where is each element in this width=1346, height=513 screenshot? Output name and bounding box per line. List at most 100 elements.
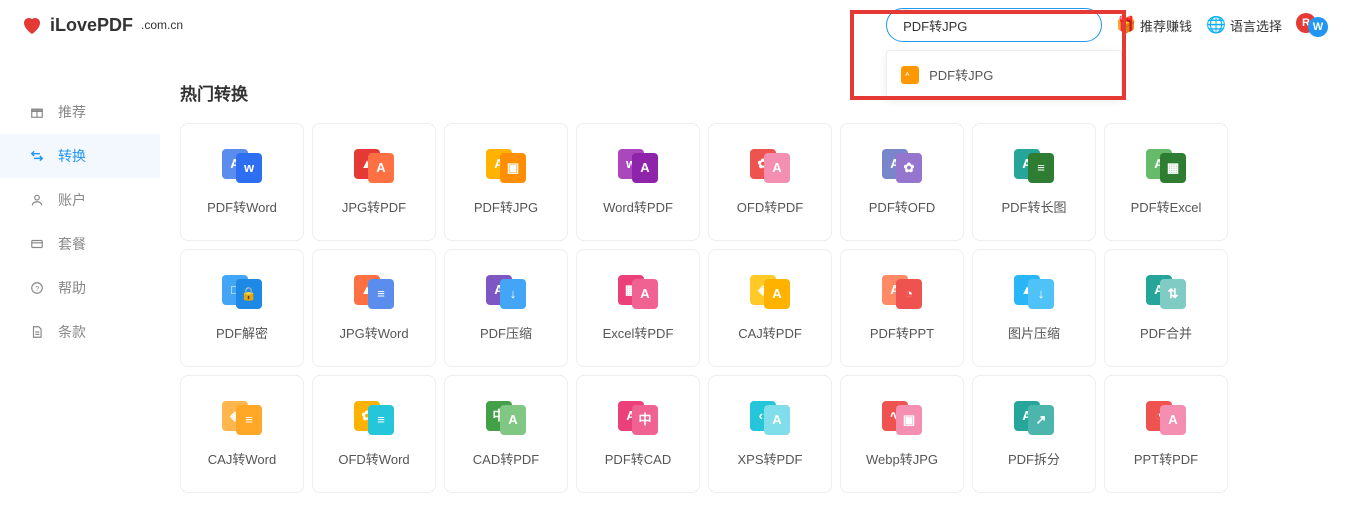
tool-label: Webp转JPG xyxy=(866,449,938,468)
tool-label: PDF转Word xyxy=(207,197,277,216)
app-badges[interactable]: R W xyxy=(1296,13,1326,37)
svg-text:?: ? xyxy=(35,286,39,293)
tool-label: OFD转Word xyxy=(338,449,409,468)
tool-label: CAD转PDF xyxy=(473,449,539,468)
tool-label: JPG转PDF xyxy=(342,197,406,216)
search-suggestion-item[interactable]: A PDF转JPG xyxy=(887,59,1121,90)
tool-icon: ▲A xyxy=(354,149,394,183)
sidebar-item-account[interactable]: 账户 xyxy=(0,178,160,222)
tool-card[interactable]: A▣ PDF转JPG xyxy=(444,123,568,241)
tool-icon: □🔒 xyxy=(222,275,262,309)
tool-label: 图片压缩 xyxy=(1008,323,1060,342)
tool-label: PDF转PPT xyxy=(870,323,934,342)
tool-label: PDF转JPG xyxy=(474,197,538,216)
tool-card[interactable]: ✿A OFD转PDF xyxy=(708,123,832,241)
tool-icon: ✿≡ xyxy=(354,401,394,435)
tool-card[interactable]: ‹›AXPS转PDF xyxy=(708,375,832,493)
tool-icon: A▦ xyxy=(1146,149,1186,183)
tool-icon: ▦A xyxy=(618,275,658,309)
tool-icon: ◈≡ xyxy=(222,401,262,435)
sidebar-item-label: 推荐 xyxy=(58,102,86,122)
doc-icon xyxy=(28,323,46,341)
sidebar-item-label: 账户 xyxy=(58,190,86,210)
tool-card[interactable]: A↓ PDF压缩 xyxy=(444,249,568,367)
sidebar-item-plan[interactable]: 套餐 xyxy=(0,222,160,266)
logo[interactable]: iLovePDF .com.cn xyxy=(20,13,183,37)
tool-label: PDF压缩 xyxy=(480,323,532,342)
tool-label: PDF合并 xyxy=(1140,323,1192,342)
recommend-earn-link[interactable]: 🎁 推荐赚钱 xyxy=(1116,15,1192,35)
tool-icon: ◈A xyxy=(750,275,790,309)
tool-label: PDF转长图 xyxy=(1001,197,1066,216)
sidebar-item-help[interactable]: ? 帮助 xyxy=(0,266,160,310)
tool-icon: A↓ xyxy=(486,275,526,309)
tool-icon: A中 xyxy=(618,401,658,435)
sidebar-item-recommend[interactable]: 推荐 xyxy=(0,90,160,134)
sidebar-item-label: 转换 xyxy=(58,146,86,166)
search-input[interactable] xyxy=(886,8,1102,42)
tool-icon: A◔ xyxy=(882,275,922,309)
tool-label: PPT转PDF xyxy=(1134,449,1198,468)
tool-icon: A↗ xyxy=(1014,401,1054,435)
gift-icon: 🎁 xyxy=(1116,15,1136,35)
tool-icon: ‹›A xyxy=(750,401,790,435)
help-icon: ? xyxy=(28,279,46,297)
sidebar-item-convert[interactable]: 转换 xyxy=(0,134,160,178)
tool-card[interactable]: wAWord转PDF xyxy=(576,123,700,241)
tool-icon: A≡ xyxy=(1014,149,1054,183)
tool-card[interactable]: A✿ PDF转OFD xyxy=(840,123,964,241)
tool-card[interactable]: ◈ACAJ转PDF xyxy=(708,249,832,367)
sidebar-item-label: 帮助 xyxy=(58,278,86,298)
tool-card[interactable]: ◔A PPT转PDF xyxy=(1104,375,1228,493)
tool-icon: ◔A xyxy=(1146,401,1186,435)
tool-icon: ✿A xyxy=(750,149,790,183)
language-select[interactable]: 🌐 语言选择 xyxy=(1206,15,1282,35)
tool-card[interactable]: A◔ PDF转PPT xyxy=(840,249,964,367)
tool-card[interactable]: □🔒 PDF解密 xyxy=(180,249,304,367)
tool-label: OFD转PDF xyxy=(737,197,803,216)
section-title: 热门转换 xyxy=(180,80,1326,105)
language-label: 语言选择 xyxy=(1230,16,1282,35)
tool-card[interactable]: A⇅ PDF合并 xyxy=(1104,249,1228,367)
tool-card[interactable]: A↗PDF拆分 xyxy=(972,375,1096,493)
sidebar: 推荐转换账户套餐? 帮助条款 xyxy=(0,50,160,513)
tool-label: PDF转OFD xyxy=(869,197,935,216)
tool-card[interactable]: ▲≡ JPG转Word xyxy=(312,249,436,367)
heart-icon xyxy=(20,13,44,37)
tool-card[interactable]: ◈≡ CAJ转Word xyxy=(180,375,304,493)
tool-icon: ∿▣ xyxy=(882,401,922,435)
card-icon xyxy=(28,235,46,253)
tool-card[interactable]: A▦PDF转Excel xyxy=(1104,123,1228,241)
tool-icon: ▲≡ xyxy=(354,275,394,309)
tool-label: CAJ转Word xyxy=(208,449,276,468)
sidebar-item-label: 套餐 xyxy=(58,234,86,254)
sidebar-item-terms[interactable]: 条款 xyxy=(0,310,160,354)
tool-card[interactable]: ✿≡ OFD转Word xyxy=(312,375,436,493)
tool-icon: A✿ xyxy=(882,149,922,183)
tool-card[interactable]: ▦A Excel转PDF xyxy=(576,249,700,367)
tools-grid: AwPDF转Word▲AJPG转PDFA▣PDF转JPGwAWord转PDF✿A… xyxy=(180,123,1326,493)
recommend-earn-label: 推荐赚钱 xyxy=(1140,16,1192,35)
tool-card[interactable]: Aw PDF转Word xyxy=(180,123,304,241)
tool-card[interactable]: ▲↓ 图片压缩 xyxy=(972,249,1096,367)
swap-icon xyxy=(28,147,46,165)
tool-icon: ▲↓ xyxy=(1014,275,1054,309)
app-badge-w-icon: W xyxy=(1308,17,1328,37)
search-container: A PDF转JPG xyxy=(886,8,1102,42)
globe-icon: 🌐 xyxy=(1206,15,1226,35)
tool-label: Excel转PDF xyxy=(603,323,674,342)
sidebar-item-label: 条款 xyxy=(58,322,86,342)
tool-label: JPG转Word xyxy=(339,323,408,342)
tool-icon: A⇅ xyxy=(1146,275,1186,309)
logo-ext: .com.cn xyxy=(141,18,183,32)
search-suggestions: A PDF转JPG xyxy=(886,50,1122,99)
tool-icon: Aw xyxy=(222,149,262,183)
tool-card[interactable]: ▲A JPG转PDF xyxy=(312,123,436,241)
logo-text: iLovePDF xyxy=(50,15,133,36)
tool-card[interactable]: ∿▣ Webp转JPG xyxy=(840,375,964,493)
tool-card[interactable]: A中PDF转CAD xyxy=(576,375,700,493)
tool-icon: A▣ xyxy=(486,149,526,183)
tool-card[interactable]: 中ACAD转PDF xyxy=(444,375,568,493)
tool-label: PDF解密 xyxy=(216,323,268,342)
tool-card[interactable]: A≡ PDF转长图 xyxy=(972,123,1096,241)
